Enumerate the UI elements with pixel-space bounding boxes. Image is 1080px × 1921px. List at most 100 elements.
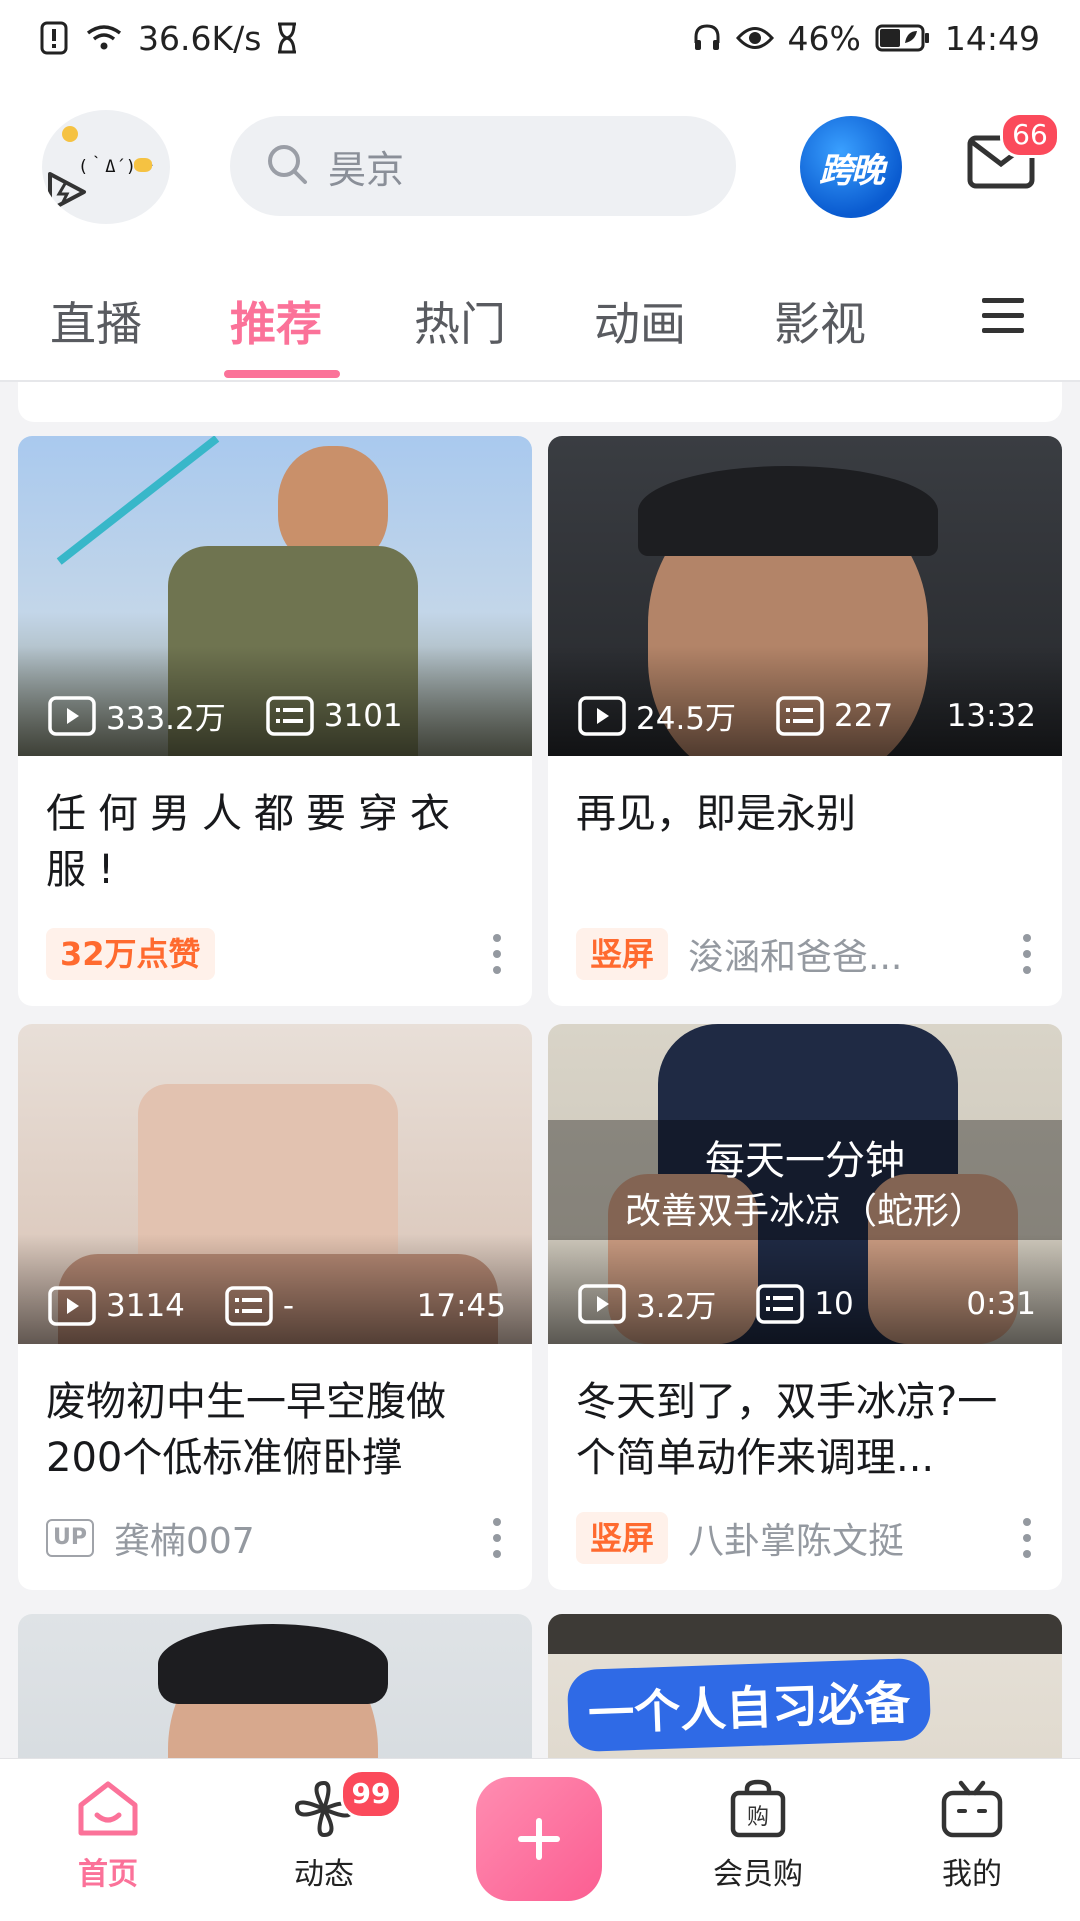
fist-emoji-icon [62,126,78,142]
thumbnail-hanger [56,436,220,565]
danmaku-count-text: - [282,1288,295,1324]
video-thumbnail: 3114 - 17:45 [18,1024,532,1344]
tab-anime[interactable]: 动画 [594,288,686,354]
danmaku-count: - [225,1286,294,1326]
danmaku-count: 10 [756,1283,854,1324]
headphones-icon [692,23,722,53]
hourglass-icon [275,22,299,54]
video-card[interactable]: 3114 - 17:45 废物初中生一早空腹做200个低标准俯卧撑 UP 龚楠0… [18,1024,532,1590]
eye-comfort-icon [735,25,774,51]
author-name[interactable]: 八卦掌陈文挺 [688,1512,904,1564]
wifi-icon [84,23,124,53]
topic-badge-button[interactable]: 跨晚 [800,116,902,218]
publish-button[interactable] [476,1777,602,1901]
video-thumbnail: 333.2万 3101 [18,436,532,756]
danmaku-icon [225,1286,273,1326]
view-count: 3114 [48,1286,185,1326]
menu-icon[interactable] [980,294,1026,340]
home-icon [78,1781,138,1836]
nav-vip-shop[interactable]: 购 会员购 [688,1779,828,1893]
clock: 14:49 [944,18,1040,58]
view-count-text: 3.2万 [636,1289,717,1325]
view-count-text: 3114 [106,1288,185,1324]
danmaku-count-text: 227 [834,697,894,734]
like-tag: 32万点赞 [46,928,215,980]
danmaku-count: 227 [776,695,894,736]
vertical-tag: 竖屏 [576,928,669,980]
video-duration: 13:32 [946,697,1036,734]
search-icon [266,143,308,189]
nav-home[interactable]: 首页 [38,1779,178,1893]
video-meta: 竖屏 浚涵和爸爸... [576,928,1042,980]
video-card[interactable]: 333.2万 3101 任何男人都要穿衣服! 32万点赞 [18,436,532,1006]
danmaku-count-text: 10 [814,1285,854,1322]
avatar[interactable]: (｀Δ´)一 [42,110,170,224]
status-bar: 36.6K/s 46% 14:49 [0,0,1080,76]
play-count-icon [48,1286,96,1326]
video-title: 废物初中生一早空腹做200个低标准俯卧撑 [46,1379,446,1481]
video-stats: 24.5万 227 13:32 [578,693,1036,738]
search-bar[interactable]: 昊京 [230,116,736,216]
search-placeholder: 昊京 [328,147,405,192]
video-meta: UP 龚楠007 [46,1512,512,1564]
video-stats: 3114 - 17:45 [48,1286,506,1326]
network-speed: 36.6K/s [138,18,262,58]
video-card[interactable]: 24.5万 227 13:32 再见，即是永别 竖屏 浚涵和爸爸... [548,436,1062,1006]
nav-mine-label: 我的 [942,1857,1002,1892]
punch-emoji-icon [134,158,152,172]
thumbnail-banner: 一个人自习必备 [566,1657,932,1753]
battery-icon [875,23,931,53]
video-stats: 333.2万 3101 [48,693,506,738]
danmaku-icon [776,695,824,736]
view-count: 24.5万 [578,693,736,738]
video-card[interactable]: 一个人自习必备 [548,1614,1062,1758]
author-name[interactable]: 龚楠007 [114,1512,255,1564]
app-header: (｀Δ´)一 昊京 跨晚 66 [0,76,1080,248]
vertical-tag: 竖屏 [576,1512,669,1564]
video-meta: 32万点赞 [46,928,512,980]
channel-tabs: 直播 推荐 热门 动画 影视 [0,248,1080,382]
nav-dynamic-label: 动态 [294,1857,354,1892]
svg-text:购: 购 [747,1805,769,1830]
video-card[interactable] [18,1614,532,1758]
shopping-bag-icon: 购 [730,1779,786,1838]
video-title: 再见，即是永别 [576,791,856,837]
thumbnail-hair [638,466,938,556]
tv-icon [941,1780,1003,1838]
up-badge: UP [46,1519,94,1557]
danmaku-icon [756,1283,805,1324]
video-thumbnail: 一个人自习必备 [548,1614,1062,1758]
author-name[interactable]: 浚涵和爸爸... [688,928,902,980]
video-title: 任何男人都要穿衣服! [46,791,462,893]
danmaku-count: 3101 [266,695,403,736]
video-feed[interactable]: 333.2万 3101 任何男人都要穿衣服! 32万点赞 24.5万 227 1… [0,382,1080,1758]
nav-home-label: 首页 [78,1857,138,1892]
play-count-icon [578,1283,626,1324]
video-thumbnail: 每天一分钟 改善双手冰凉（蛇形） 3.2万 10 0:31 [548,1024,1062,1344]
video-meta: 竖屏 八卦掌陈文挺 [576,1512,1042,1564]
play-count-icon [48,695,96,736]
danmaku-icon [266,695,314,736]
danmaku-count-text: 3101 [323,697,403,734]
view-count-text: 333.2万 [106,701,226,737]
more-options-icon[interactable] [1012,1518,1042,1558]
more-options-icon[interactable] [1012,934,1042,974]
tab-fade [940,268,980,368]
plus-icon [518,1818,560,1860]
tab-recommend[interactable]: 推荐 [230,288,322,354]
tab-film[interactable]: 影视 [774,288,866,354]
nav-mine[interactable]: 我的 [902,1779,1042,1893]
more-options-icon[interactable] [482,1518,512,1558]
thumbnail-caption-line1: 每天一分钟 [705,1138,905,1184]
tab-live[interactable]: 直播 [50,288,142,354]
thumbnail-window-frame [548,1614,1062,1654]
topic-badge-label: 跨晚 [819,150,885,191]
previous-card-stub [18,382,1062,422]
dynamic-count-badge: 99 [340,1769,402,1819]
video-card[interactable]: 每天一分钟 改善双手冰凉（蛇形） 3.2万 10 0:31 冬天到了，双手冰凉?… [548,1024,1062,1590]
play-count-icon [578,695,626,736]
more-options-icon[interactable] [482,934,512,974]
thumbnail-caption-line2: 改善双手冰凉（蛇形） [624,1191,985,1232]
tab-hot[interactable]: 热门 [414,288,506,354]
video-stats: 3.2万 10 0:31 [578,1281,1036,1326]
